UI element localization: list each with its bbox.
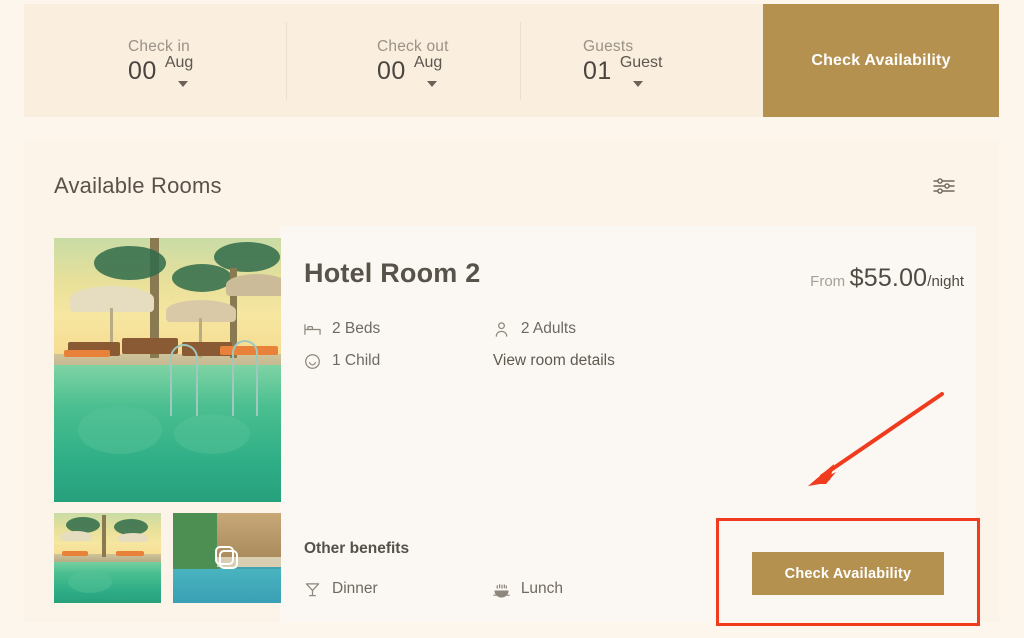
person-icon	[493, 321, 510, 338]
water-reflection	[78, 406, 162, 454]
benefits-row: Dinner Lunch	[304, 580, 724, 598]
chevron-down-icon[interactable]	[427, 80, 437, 87]
check-in-day: 00	[128, 56, 157, 85]
feature-beds: 2 Beds	[304, 320, 493, 338]
pool-water-layer	[173, 569, 281, 603]
room-price: From $55.00/night	[784, 264, 964, 293]
gallery-thumbnail-2[interactable]	[173, 513, 281, 603]
view-room-details-link[interactable]: View room details	[493, 352, 615, 370]
lounge-cushion	[116, 551, 144, 556]
check-in-month: Aug	[164, 53, 194, 71]
bed-icon	[304, 321, 321, 338]
room-info: Hotel Room 2 From $55.00/night	[304, 258, 964, 292]
guests-label: Guests	[583, 37, 634, 55]
feature-row: 1 Child View room details	[304, 352, 724, 370]
benefit-dinner-label: Dinner	[332, 580, 378, 597]
water-reflection	[68, 571, 112, 593]
booking-search-bar: Check in 00 Aug Check out 00 Aug Guests …	[24, 4, 999, 117]
palm-fronds	[172, 264, 232, 292]
other-benefits-title: Other benefits	[304, 540, 410, 557]
chevron-down-icon[interactable]	[178, 80, 188, 87]
check-in-field[interactable]: Check in 00 Aug	[24, 4, 286, 117]
room-hero-image[interactable]	[54, 238, 281, 502]
check-out-value-row: 00 Aug	[377, 54, 520, 87]
booking-page: Check in 00 Aug Check out 00 Aug Guests …	[0, 0, 1024, 638]
umbrella	[226, 274, 281, 296]
guests-field[interactable]: Guests 01 Guest	[521, 4, 763, 117]
benefit-lunch-label: Lunch	[520, 580, 564, 597]
feature-adults: 2 Adults	[493, 320, 724, 338]
guests-count: 01	[583, 56, 612, 85]
cocktail-glass-icon	[304, 581, 321, 598]
umbrella	[118, 533, 148, 542]
pool-handrail	[232, 340, 258, 416]
room-features: 2 Beds 2 Adults 1 Child View room detail…	[304, 320, 724, 384]
pool-handrail	[170, 344, 198, 416]
guests-value-row: 01 Guest	[583, 54, 763, 87]
sliders-filter-icon[interactable]	[933, 177, 955, 195]
gallery-images-icon[interactable]	[212, 543, 242, 573]
check-availability-button[interactable]: Check Availability	[752, 552, 944, 595]
feature-beds-label: 2 Beds	[332, 320, 381, 337]
gallery-thumbnail-1[interactable]	[54, 513, 161, 603]
price-prefix: From	[810, 273, 846, 290]
child-face-icon	[304, 353, 321, 370]
bowl-icon	[493, 581, 510, 598]
gallery-thumbnails	[54, 513, 281, 603]
available-rooms-header: Available Rooms	[24, 140, 999, 232]
check-in-value-row: 00 Aug	[128, 54, 286, 87]
palm-trunk	[102, 515, 106, 557]
check-out-day: 00	[377, 56, 406, 85]
price-amount: $55.00	[849, 264, 928, 292]
check-availability-button-header[interactable]: Check Availability	[763, 4, 999, 117]
page-title: Available Rooms	[54, 173, 222, 198]
view-room-details[interactable]: View room details	[493, 352, 724, 370]
room-gallery	[54, 238, 281, 603]
check-out-label: Check out	[377, 37, 449, 55]
feature-row: 2 Beds 2 Adults	[304, 320, 724, 338]
feature-child: 1 Child	[304, 352, 493, 370]
check-out-month: Aug	[413, 53, 443, 71]
guests-unit: Guest	[619, 53, 663, 71]
palm-fronds	[214, 242, 280, 272]
price-unit: /night	[927, 273, 964, 290]
check-in-label: Check in	[128, 37, 190, 55]
feature-child-label: 1 Child	[332, 352, 381, 369]
other-benefits: Other benefits Dinner Lunch	[304, 540, 724, 598]
benefit-lunch: Lunch	[493, 580, 724, 598]
check-out-field[interactable]: Check out 00 Aug	[287, 4, 520, 117]
chevron-down-icon[interactable]	[633, 80, 643, 87]
feature-adults-label: 2 Adults	[520, 320, 576, 337]
benefit-dinner: Dinner	[304, 580, 493, 598]
palm-fronds	[94, 246, 166, 280]
lounge-cushion	[62, 551, 88, 556]
lounge-cushion	[64, 350, 110, 357]
water-reflection	[174, 414, 250, 454]
umbrella	[60, 531, 92, 541]
lounge-chair	[122, 338, 178, 354]
